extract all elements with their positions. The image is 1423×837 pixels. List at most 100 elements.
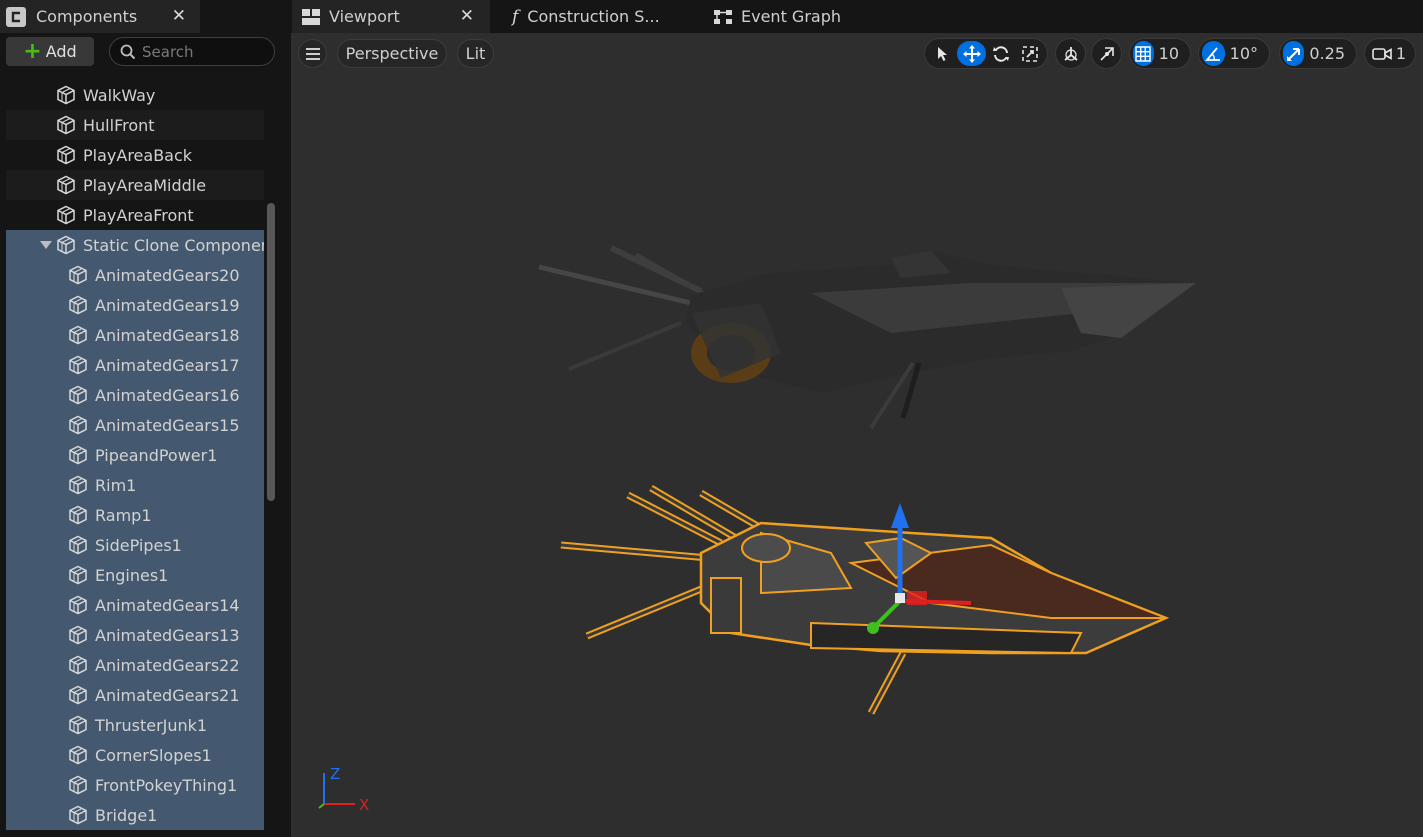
tree-item-label: AnimatedGears22 <box>95 655 240 675</box>
tree-item[interactable]: Engines1 <box>6 560 264 590</box>
axis-indicator: Z X <box>318 765 369 814</box>
tree-item[interactable]: AnimatedGears22 <box>6 650 264 680</box>
components-panel: Components ✕ + Add WalkWay HullFront PlayA… <box>0 0 286 837</box>
tree-item[interactable]: CornerSlopes1 <box>6 740 264 770</box>
grid-snap-icon[interactable] <box>1133 41 1154 66</box>
scale-snap-value[interactable]: 0.25 <box>1309 44 1345 63</box>
tree-item[interactable]: Bridge1 <box>6 800 264 830</box>
tree-item[interactable]: PlayAreaMiddle <box>6 170 264 200</box>
tree-item[interactable]: PlayAreaFront <box>6 200 264 230</box>
tree-scrollbar[interactable] <box>267 203 275 501</box>
static-mesh-icon <box>69 775 87 795</box>
tree-item-label: Static Clone Componen <box>83 235 264 255</box>
static-mesh-icon <box>69 805 87 825</box>
tree-item[interactable]: HullFront <box>6 110 264 140</box>
static-mesh-icon <box>69 355 87 375</box>
components-toolbar: + Add <box>0 33 286 73</box>
tree-item-label: Ramp1 <box>95 505 152 525</box>
scale-tool-icon[interactable] <box>1015 41 1044 66</box>
static-mesh-icon <box>57 145 75 165</box>
grid-snap-group: 10 <box>1129 38 1191 69</box>
tree-item-label: Rim1 <box>95 475 137 495</box>
tree-item[interactable]: AnimatedGears21 <box>6 680 264 710</box>
static-mesh-icon <box>69 535 87 555</box>
camera-speed-group[interactable]: 1 <box>1364 38 1416 69</box>
tree-item[interactable]: SidePipes1 <box>6 530 264 560</box>
grid-snap-value[interactable]: 10 <box>1159 44 1179 63</box>
search-input[interactable] <box>142 42 262 61</box>
tree-item[interactable]: AnimatedGears18 <box>6 320 264 350</box>
tree-item-label: WalkWay <box>83 85 156 105</box>
scale-snap-icon[interactable] <box>1283 41 1305 66</box>
static-mesh-icon <box>57 175 75 195</box>
close-icon[interactable]: ✕ <box>172 6 186 26</box>
tree-item-label: ThrusterJunk1 <box>95 715 208 735</box>
static-mesh-icon <box>69 325 87 345</box>
static-mesh-icon <box>69 475 87 495</box>
tab-viewport-label: Viewport <box>329 7 400 26</box>
surface-snap-toggle[interactable] <box>1091 38 1122 69</box>
static-mesh-icon <box>69 655 87 675</box>
expand-arrow-icon[interactable] <box>40 241 52 249</box>
tree-item-label: AnimatedGears21 <box>95 685 240 705</box>
tree-item-label: PlayAreaMiddle <box>83 175 207 195</box>
camera-speed-value: 1 <box>1395 44 1406 63</box>
tree-item[interactable]: Ramp1 <box>6 500 264 530</box>
rotation-snap-group: 10° <box>1198 38 1270 69</box>
tree-item[interactable]: AnimatedGears14 <box>6 590 264 620</box>
tree-item-label: Bridge1 <box>95 805 158 825</box>
tree-item[interactable]: ThrusterJunk1 <box>6 710 264 740</box>
angle-snap-icon[interactable] <box>1202 41 1225 66</box>
tree-item-label: AnimatedGears14 <box>95 595 240 615</box>
tree-item-label: AnimatedGears13 <box>95 625 240 645</box>
add-component-button[interactable]: + Add <box>6 37 94 66</box>
add-label: Add <box>45 42 77 61</box>
tab-construction-script[interactable]: f Construction S... <box>502 0 660 33</box>
tree-item-label: AnimatedGears16 <box>95 385 240 405</box>
function-icon: f <box>512 6 519 27</box>
tree-item-label: PlayAreaFront <box>83 205 194 225</box>
axis-x-label: X <box>359 796 369 814</box>
rotation-snap-value[interactable]: 10° <box>1230 44 1258 63</box>
scene-render <box>538 245 1196 715</box>
close-icon[interactable]: ✕ <box>460 6 474 26</box>
tree-item[interactable]: Rim1 <box>6 470 264 500</box>
tree-item[interactable]: AnimatedGears13 <box>6 620 264 650</box>
static-mesh-icon <box>69 295 87 315</box>
components-tab[interactable]: Components ✕ <box>0 0 200 33</box>
event-graph-icon <box>714 9 732 25</box>
plus-icon: + <box>23 38 42 64</box>
tree-item[interactable]: WalkWay <box>6 80 264 110</box>
tree-item-label: AnimatedGears15 <box>95 415 240 435</box>
tree-item[interactable]: AnimatedGears17 <box>6 350 264 380</box>
search-box[interactable] <box>109 37 275 66</box>
select-tool-icon[interactable] <box>928 41 957 66</box>
search-icon <box>120 44 136 59</box>
move-tool-icon[interactable] <box>957 41 986 66</box>
static-mesh-icon <box>69 715 87 735</box>
tree-item-label: PipeandPower1 <box>95 445 218 465</box>
static-mesh-icon <box>69 415 87 435</box>
hamburger-menu-icon <box>305 47 320 60</box>
rotate-tool-icon[interactable] <box>986 41 1015 66</box>
tree-item[interactable]: FrontPokeyThing1 <box>6 770 264 800</box>
tree-item[interactable]: AnimatedGears20 <box>6 260 264 290</box>
static-mesh-icon <box>69 625 87 645</box>
view-mode-button[interactable]: Perspective <box>337 39 447 68</box>
tree-item[interactable]: AnimatedGears15 <box>6 410 264 440</box>
tree-item[interactable]: Static Clone Componen <box>6 230 264 260</box>
static-mesh-icon <box>57 205 75 225</box>
tree-item[interactable]: AnimatedGears19 <box>6 290 264 320</box>
ship-unselected <box>538 245 1196 430</box>
static-mesh-icon <box>69 565 87 585</box>
tree-item[interactable]: PipeandPower1 <box>6 440 264 470</box>
tree-item[interactable]: PlayAreaBack <box>6 140 264 170</box>
world-local-toggle[interactable] <box>1055 38 1086 69</box>
lighting-mode-button[interactable]: Lit <box>457 39 494 68</box>
tab-event-graph[interactable]: Event Graph <box>704 0 841 33</box>
tree-item[interactable]: AnimatedGears16 <box>6 380 264 410</box>
viewport-options-button[interactable] <box>298 39 327 68</box>
static-mesh-icon <box>69 265 87 285</box>
tab-viewport[interactable]: Viewport ✕ <box>292 0 490 33</box>
viewport-canvas[interactable]: Perspective Lit 10 10° 0.25 1 Z X <box>291 33 1423 837</box>
